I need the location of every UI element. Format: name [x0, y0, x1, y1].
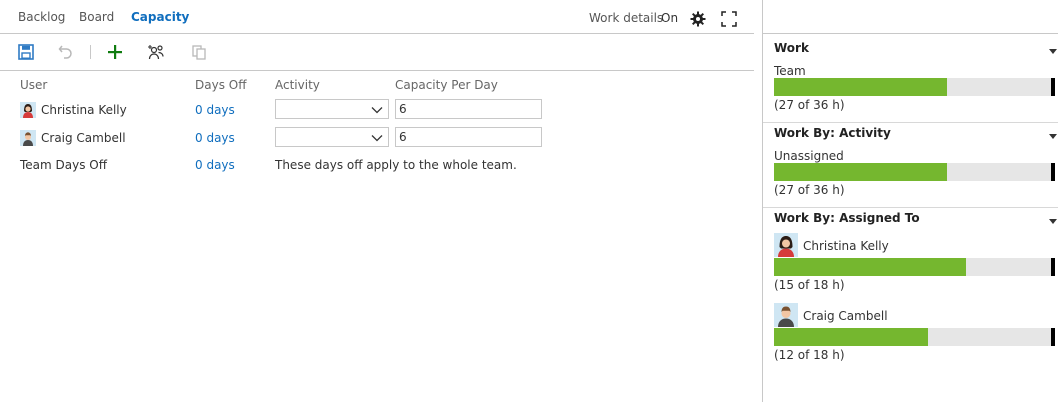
avatar — [774, 303, 798, 327]
toolbar-separator — [90, 45, 91, 59]
chevron-down-icon — [371, 132, 383, 142]
add-icon[interactable] — [106, 43, 124, 61]
avatar — [774, 233, 798, 257]
activity-unassigned-summary: (27 of 36 h) — [774, 183, 845, 197]
pane-divider — [763, 33, 1058, 34]
tab-bar: Backlog Board Capacity Work details On — [0, 0, 754, 34]
undo-icon[interactable] — [57, 43, 75, 61]
team-days-off-link[interactable]: 0 days — [195, 158, 235, 172]
table-row: Christina Kelly 0 days — [0, 97, 754, 123]
chevron-down-icon — [371, 104, 383, 114]
progress-fill — [774, 258, 966, 276]
gear-icon[interactable] — [690, 11, 706, 27]
activity-unassigned-label: Unassigned — [774, 149, 844, 163]
collapse-caret-icon[interactable] — [1049, 44, 1057, 54]
table-row: Craig Cambell 0 days — [0, 125, 754, 151]
assignee-name: Craig Cambell — [803, 309, 888, 323]
avatar — [20, 130, 36, 146]
days-off-link[interactable]: 0 days — [195, 103, 235, 117]
tab-capacity[interactable]: Capacity — [131, 10, 189, 24]
section-title-work-by-activity: Work By: Activity — [774, 126, 891, 140]
collapse-caret-icon[interactable] — [1049, 214, 1057, 224]
capacity-per-day-input[interactable] — [395, 99, 542, 119]
column-header-days-off: Days Off — [195, 78, 247, 92]
tab-backlog[interactable]: Backlog — [18, 10, 65, 24]
column-header-user: User — [20, 78, 48, 92]
avatar — [20, 102, 36, 118]
user-name: Christina Kelly — [41, 103, 127, 117]
save-icon[interactable] — [17, 43, 35, 61]
section-title-work: Work — [774, 41, 809, 55]
assignee-progress-bar — [774, 258, 1055, 276]
work-team-summary: (27 of 36 h) — [774, 98, 845, 112]
work-details-pane: Work Team (27 of 36 h) Work By: Activity… — [762, 0, 1058, 402]
capacity-main-pane: Backlog Board Capacity Work details On U… — [0, 0, 762, 402]
fullscreen-icon[interactable] — [721, 11, 737, 27]
progress-capacity-marker — [1051, 258, 1055, 276]
progress-fill — [774, 78, 947, 96]
team-days-off-label: Team Days Off — [20, 158, 108, 172]
work-details-state[interactable]: On — [661, 11, 678, 25]
section-divider — [763, 122, 1058, 123]
tab-board[interactable]: Board — [79, 10, 114, 24]
work-team-label: Team — [774, 64, 806, 78]
capacity-per-day-input[interactable] — [395, 127, 542, 147]
column-header-activity: Activity — [275, 78, 320, 92]
progress-fill — [774, 328, 928, 346]
progress-capacity-marker — [1051, 163, 1055, 181]
assignee-name: Christina Kelly — [803, 239, 889, 253]
progress-fill — [774, 163, 947, 181]
progress-capacity-marker — [1051, 78, 1055, 96]
activity-unassigned-progress-bar — [774, 163, 1055, 181]
section-title-work-by-assigned-to: Work By: Assigned To — [774, 211, 920, 225]
activity-select[interactable] — [275, 99, 389, 119]
team-days-off-row: Team Days Off 0 days These days off appl… — [0, 152, 754, 178]
user-name: Craig Cambell — [41, 131, 126, 145]
team-days-off-note: These days off apply to the whole team. — [275, 158, 517, 172]
capacity-toolbar — [0, 35, 754, 71]
assignee-summary: (15 of 18 h) — [774, 278, 845, 292]
copy-icon[interactable] — [190, 43, 208, 61]
section-divider — [763, 207, 1058, 208]
column-header-capacity-per-day: Capacity Per Day — [395, 78, 498, 92]
add-team-members-icon[interactable] — [147, 43, 165, 61]
activity-select[interactable] — [275, 127, 389, 147]
assignee-summary: (12 of 18 h) — [774, 348, 845, 362]
collapse-caret-icon[interactable] — [1049, 129, 1057, 139]
work-team-progress-bar — [774, 78, 1055, 96]
assignee-progress-bar — [774, 328, 1055, 346]
progress-capacity-marker — [1051, 328, 1055, 346]
days-off-link[interactable]: 0 days — [195, 131, 235, 145]
work-details-toggle-label[interactable]: Work details — [589, 11, 663, 25]
